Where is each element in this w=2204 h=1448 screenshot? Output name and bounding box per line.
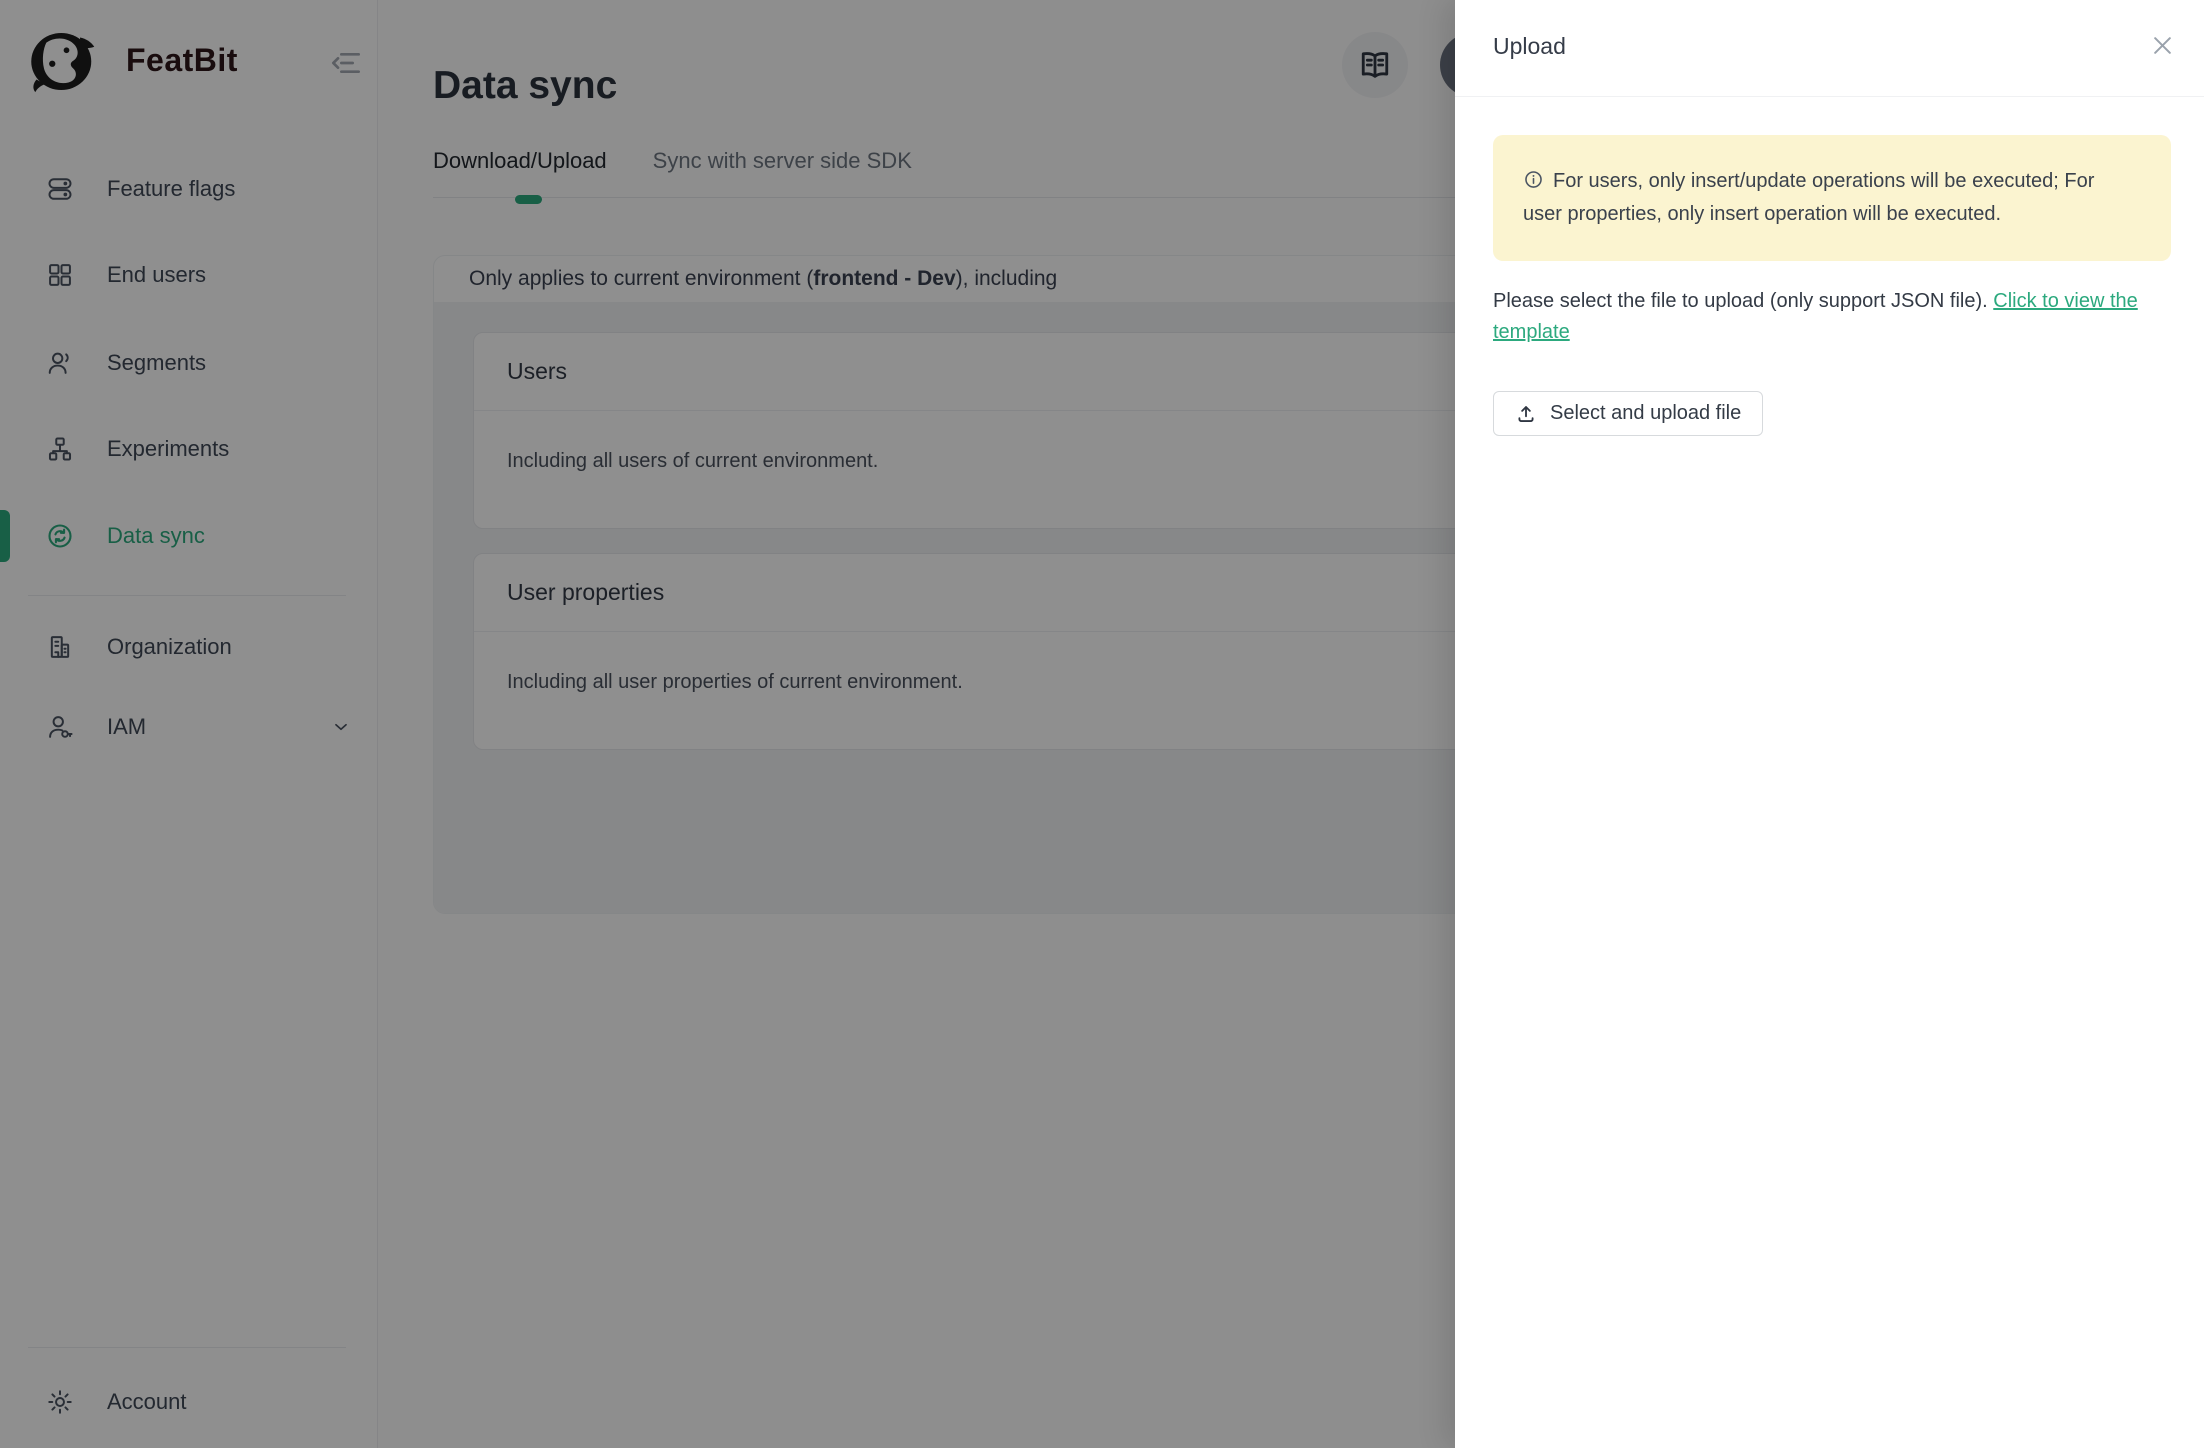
upload-instruction: Please select the file to upload (only s… <box>1493 286 2171 348</box>
instruction-text: Please select the file to upload (only s… <box>1493 290 1988 312</box>
close-icon[interactable] <box>2149 32 2176 59</box>
info-icon <box>1523 169 1544 190</box>
upload-icon <box>1515 403 1537 425</box>
drawer-overlay[interactable] <box>0 0 1455 1448</box>
drawer-title: Upload <box>1493 33 1566 60</box>
drawer-header: Upload <box>1455 0 2204 97</box>
alert-text: For users, only insert/update operations… <box>1523 170 2094 225</box>
upload-drawer: Upload For users, only insert/update ope… <box>1455 0 2204 1448</box>
drawer-body: For users, only insert/update operations… <box>1455 97 2204 436</box>
info-alert: For users, only insert/update operations… <box>1493 135 2171 261</box>
upload-button-label: Select and upload file <box>1550 402 1741 425</box>
select-upload-file-button[interactable]: Select and upload file <box>1493 391 1763 436</box>
